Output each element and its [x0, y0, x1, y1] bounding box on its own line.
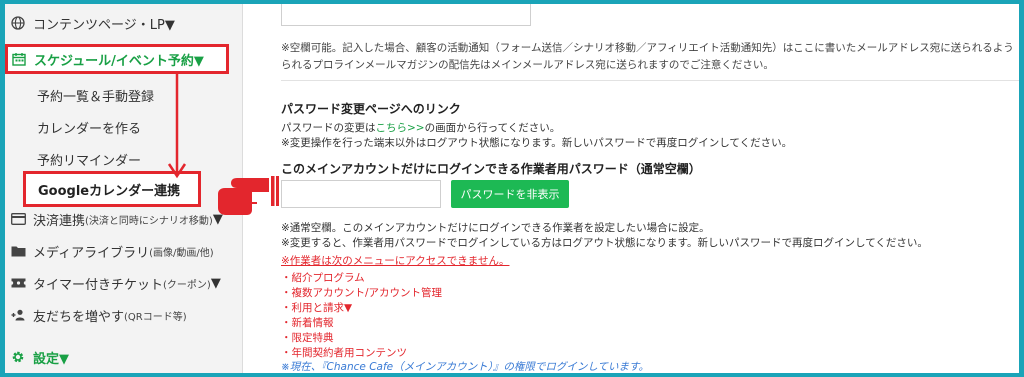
- restriction-item: ・新着情報: [281, 317, 334, 329]
- sidebar-item-label: 設定▼: [33, 351, 69, 367]
- sidebar-item-label: Googleカレンダー連携: [38, 183, 181, 199]
- pw-change-text: パスワードの変更はこちら>>の画面から行ってください。: [281, 120, 560, 135]
- sidebar-item-settings[interactable]: 設定▼: [9, 344, 69, 370]
- restriction-item: ・紹介プログラム: [281, 272, 365, 284]
- worker-pw-heading: このメインアカウントだけにログインできる作業者用パスワード（通常空欄）: [281, 162, 701, 176]
- sidebar-item-ticket[interactable]: タイマー付きチケット (クーポン) ▼: [9, 270, 221, 296]
- folder-icon: [9, 242, 27, 260]
- sidebar-subitem-reservation-list[interactable]: 予約一覧＆手動登録: [37, 86, 154, 105]
- annotation-arrow: [167, 74, 187, 179]
- email-note-line1: ※空欄可能。記入した場合、顧客の活動通知（フォーム送信／シナリオ移動／アフィリエ…: [281, 42, 1014, 54]
- email-note-line2: られるプロラインメールマガジンの配信先はメインメールアドレス宛に送られますのでご…: [281, 59, 774, 71]
- screenshot-frame: コンテンツページ・LP▼ スケジュール/イベント予約▼ 予約一覧＆手動登録 カレ…: [5, 4, 1019, 373]
- notification-email-field[interactable]: [281, 4, 531, 26]
- sidebar-item-label: 友だちを増やす: [33, 309, 125, 325]
- sidebar-item-note: (QRコード等): [124, 311, 187, 323]
- section-divider: [281, 80, 1019, 81]
- pointing-hand-icon: [218, 176, 279, 215]
- main-content: ※空欄可能。記入した場合、顧客の活動通知（フォーム送信／シナリオ移動／アフィリエ…: [275, 4, 1019, 373]
- pw-change-link[interactable]: こちら>>: [376, 122, 425, 134]
- sidebar-item-note: (決済と同時にシナリオ移動): [85, 215, 213, 227]
- ticket-icon: [9, 274, 27, 292]
- credit-card-icon: [9, 210, 27, 228]
- sidebar-item-payment[interactable]: 決済連携 (決済と同時にシナリオ移動) ▼: [9, 206, 223, 232]
- sidebar-item-media-library[interactable]: メディアライブラリ (画像/動画/他): [9, 238, 214, 264]
- globe-icon: [9, 14, 27, 32]
- sidebar-subitem-reminder[interactable]: 予約リマインダー: [37, 150, 141, 169]
- sidebar-item-note: (クーポン): [163, 279, 211, 291]
- sidebar-item-suffix: ▼: [210, 275, 221, 291]
- sidebar-item-label: 決済連携: [33, 213, 86, 229]
- sidebar-subitem-create-calendar[interactable]: カレンダーを作る: [37, 118, 141, 137]
- restriction-item: ・複数アカウント/アカウント管理: [281, 287, 443, 299]
- restriction-item: ・年間契約者用コンテンツ: [281, 347, 407, 359]
- pw-change-note: ※変更操作を行った端末以外はログアウト状態になります。新しいパスワードで再度ログ…: [281, 137, 793, 149]
- sidebar-item-label: メディアライブラリ: [33, 245, 150, 261]
- hide-password-button[interactable]: パスワードを非表示: [451, 180, 569, 208]
- worker-note-line2: ※変更すると、作業者用パスワードでログインしている方はログアウト状態になります。…: [281, 237, 928, 249]
- current-login-note: ※現在、『Chance Cafe（メインアカウント）』の権限でログインしています…: [281, 361, 649, 373]
- worker-note-line1: ※通常空欄。このメインアカウントだけにログインできる作業者を設定したい場合に設定…: [281, 222, 710, 234]
- pw-change-prefix: パスワードの変更は: [281, 122, 376, 134]
- pw-change-heading: パスワード変更ページへのリンク: [281, 102, 461, 116]
- sidebar-item-contents[interactable]: コンテンツページ・LP▼: [9, 10, 175, 36]
- restriction-item: ・利用と請求▼: [281, 302, 353, 314]
- restriction-title: ※作業者は次のメニューにアクセスできません。: [281, 255, 510, 267]
- pw-change-suffix: の画面から行ってください。: [424, 122, 561, 134]
- gear-icon: [9, 348, 27, 366]
- sidebar-item-label: スケジュール/イベント予約▼: [34, 53, 204, 69]
- worker-password-field[interactable]: [281, 180, 441, 208]
- sidebar-item-schedule[interactable]: スケジュール/イベント予約▼: [5, 44, 229, 74]
- add-user-icon: [9, 306, 27, 324]
- sidebar-item-label: タイマー付きチケット: [33, 277, 164, 293]
- sidebar-item-note: (画像/動画/他): [149, 247, 214, 259]
- restriction-item: ・限定特典: [281, 332, 334, 344]
- sidebar-item-label: コンテンツページ・LP▼: [33, 17, 175, 33]
- calendar-icon: [10, 50, 28, 68]
- sidebar-item-add-friends[interactable]: 友だちを増やす (QRコード等): [9, 302, 187, 328]
